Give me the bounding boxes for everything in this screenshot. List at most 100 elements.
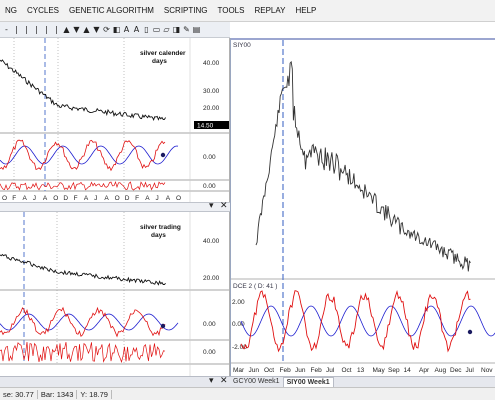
cycle-indicator-label: DCE 2 ( D: 41 ) bbox=[233, 283, 277, 290]
x-axis-label: Nov bbox=[481, 367, 493, 374]
cycle-line-red bbox=[0, 139, 166, 172]
parallelogram-icon[interactable]: ▱ bbox=[162, 24, 171, 36]
status-bar: se: 30.77 Bar: 1343 Y: 18.79 bbox=[0, 387, 495, 400]
cycle-line-red bbox=[0, 306, 166, 338]
arrow-down-alt-icon[interactable]: ▼ bbox=[92, 24, 101, 36]
status-y-value: Y: 18.79 bbox=[77, 389, 112, 399]
menu-bar: NG CYCLES GENETIC ALGORITHM SCRIPTING TO… bbox=[0, 0, 495, 22]
cycle-series bbox=[0, 306, 179, 338]
toolbar-separator-icon[interactable]: | bbox=[12, 24, 21, 36]
cycle-tick-positive: 2.00 bbox=[232, 299, 245, 306]
panel-icon[interactable]: ▯ bbox=[142, 24, 151, 36]
arrow-down-icon[interactable]: ▼ bbox=[72, 24, 81, 36]
siy00-chart-svg[interactable]: SIY00 DCE 2 ( D: 41 ) 2.00 0.00 -2.00 Ma… bbox=[231, 38, 495, 376]
pencil-icon[interactable]: ✎ bbox=[182, 24, 191, 36]
chart-pane-trading[interactable]: silver trading days 40.00 20.00 0.00 0.0… bbox=[0, 212, 230, 376]
toolbar-separator-icon[interactable]: | bbox=[32, 24, 41, 36]
price-tick: 40.00 bbox=[203, 60, 220, 67]
price-series bbox=[0, 253, 166, 286]
chart-title-line1: silver calender bbox=[140, 50, 186, 57]
x-axis-label: O bbox=[2, 195, 7, 202]
x-axis-label: Oct bbox=[342, 367, 352, 374]
dropdown-icon[interactable]: ▾ bbox=[209, 376, 214, 386]
toolbar-dash-icon[interactable]: - bbox=[2, 24, 11, 36]
toolbar-separator-icon[interactable]: | bbox=[52, 24, 61, 36]
x-axis-label: J bbox=[94, 195, 97, 202]
menu-item-replay[interactable]: REPLAY bbox=[249, 0, 290, 22]
pane-header-bar: ▾ ✕ bbox=[0, 201, 230, 212]
x-axis-label: A bbox=[84, 195, 89, 202]
price-series bbox=[0, 59, 166, 121]
symbol-label: SIY00 bbox=[233, 42, 251, 49]
x-axis-label: A bbox=[23, 195, 28, 202]
x-axis-label: Oct bbox=[264, 367, 274, 374]
price-tick: 20.00 bbox=[203, 275, 220, 282]
cycle-series bbox=[240, 290, 495, 353]
price-tick: 40.00 bbox=[203, 238, 220, 245]
tab-gcy00-week1[interactable]: GCY00 Week1 bbox=[230, 377, 283, 387]
x-axis-label: May bbox=[373, 367, 386, 374]
x-axis-label: D bbox=[125, 195, 130, 202]
price-badge: 14.50 bbox=[197, 123, 214, 130]
osc-zero-tick: 0.00 bbox=[203, 349, 216, 356]
tab-siy00-week1[interactable]: SIY00 Week1 bbox=[282, 376, 334, 388]
menu-item-tools[interactable]: TOOLS bbox=[212, 0, 249, 22]
chart-pane-siy00[interactable]: SIY00 DCE 2 ( D: 41 ) 2.00 0.00 -2.00 Ma… bbox=[230, 38, 495, 376]
status-close: se: 30.77 bbox=[0, 389, 38, 399]
x-axis-label: A bbox=[43, 195, 48, 202]
x-axis-label: O bbox=[53, 195, 58, 202]
dropdown-icon[interactable]: ▾ bbox=[209, 201, 214, 211]
cycle-line-blue bbox=[0, 313, 179, 331]
arrow-up-icon[interactable]: ▲ bbox=[62, 24, 71, 36]
chart-title-line2: days bbox=[151, 232, 166, 239]
menu-item-ng[interactable]: NG bbox=[0, 0, 22, 22]
x-axis-labels: Mar Jun Oct Feb Jun Feb Jul Oct 13 May Sep 14 Apr Aug… bbox=[233, 367, 493, 374]
chart-pane-calendar[interactable]: silver calender days 40.00 30.00 20.00 1… bbox=[0, 38, 230, 202]
x-axis-label: Jul bbox=[466, 367, 475, 374]
x-axis-label: Feb bbox=[311, 367, 323, 374]
toolbar-separator-icon[interactable]: | bbox=[42, 24, 51, 36]
toolbar-separator-icon[interactable]: | bbox=[22, 24, 31, 36]
x-axis-label: Mar bbox=[233, 367, 245, 374]
x-axis-label: Jun bbox=[295, 367, 306, 374]
menu-item-scripting[interactable]: SCRIPTING bbox=[159, 0, 213, 22]
x-axis-label: Apr bbox=[419, 367, 430, 374]
oscillator-line bbox=[0, 341, 166, 364]
cycle-endpoint-marker bbox=[467, 329, 473, 335]
cycle-endpoint-marker bbox=[160, 152, 166, 158]
cycle-series bbox=[0, 139, 179, 172]
x-axis-label: A bbox=[166, 195, 171, 202]
trading-chart-svg[interactable]: silver trading days 40.00 20.00 0.00 0.0… bbox=[0, 212, 230, 376]
x-axis-label: A bbox=[104, 195, 109, 202]
cycle-tick-zero: 0.00 bbox=[232, 321, 245, 328]
x-axis-labels: OFAJAODFAJAODFAJAO bbox=[2, 195, 181, 202]
arrow-up-alt-icon[interactable]: ▲ bbox=[82, 24, 91, 36]
x-axis-label: D bbox=[63, 195, 68, 202]
oscillator-line bbox=[0, 180, 166, 191]
cycle-line-red bbox=[240, 290, 471, 353]
refresh-icon[interactable]: ⟳ bbox=[102, 24, 111, 36]
window-icon[interactable]: ◧ bbox=[112, 24, 121, 36]
cycle-zero-tick: 0.00 bbox=[203, 321, 216, 328]
x-axis-label: 13 bbox=[357, 367, 365, 374]
grid-icon[interactable]: ▤ bbox=[192, 24, 201, 36]
price-series bbox=[255, 60, 471, 272]
oscillator-series bbox=[0, 341, 166, 364]
x-axis-label: Feb bbox=[280, 367, 292, 374]
menu-item-help[interactable]: HELP bbox=[290, 0, 321, 22]
text-large-icon[interactable]: A bbox=[122, 24, 131, 36]
menu-item-genetic-algorithm[interactable]: GENETIC ALGORITHM bbox=[64, 0, 159, 22]
chart-toolbar: - | | | | | ▲ ▼ ▲ ▼ ⟳ ◧ A A ▯ ▭ ▱ ◨ ✎ ▤ bbox=[0, 22, 230, 38]
x-axis-label: A bbox=[145, 195, 150, 202]
close-icon[interactable]: ✕ bbox=[220, 201, 228, 211]
menu-item-cycles[interactable]: CYCLES bbox=[22, 0, 64, 22]
chart-title-line1: silver trading bbox=[140, 224, 181, 231]
close-icon[interactable]: ✕ bbox=[220, 376, 228, 386]
split-icon[interactable]: ◨ bbox=[172, 24, 181, 36]
rectangle-icon[interactable]: ▭ bbox=[152, 24, 161, 36]
x-axis-label: Jun bbox=[249, 367, 260, 374]
x-axis-label: O bbox=[115, 195, 120, 202]
oscillator-series bbox=[0, 180, 166, 191]
calendar-chart-svg[interactable]: silver calender days 40.00 30.00 20.00 1… bbox=[0, 38, 230, 202]
text-small-icon[interactable]: A bbox=[132, 24, 141, 36]
